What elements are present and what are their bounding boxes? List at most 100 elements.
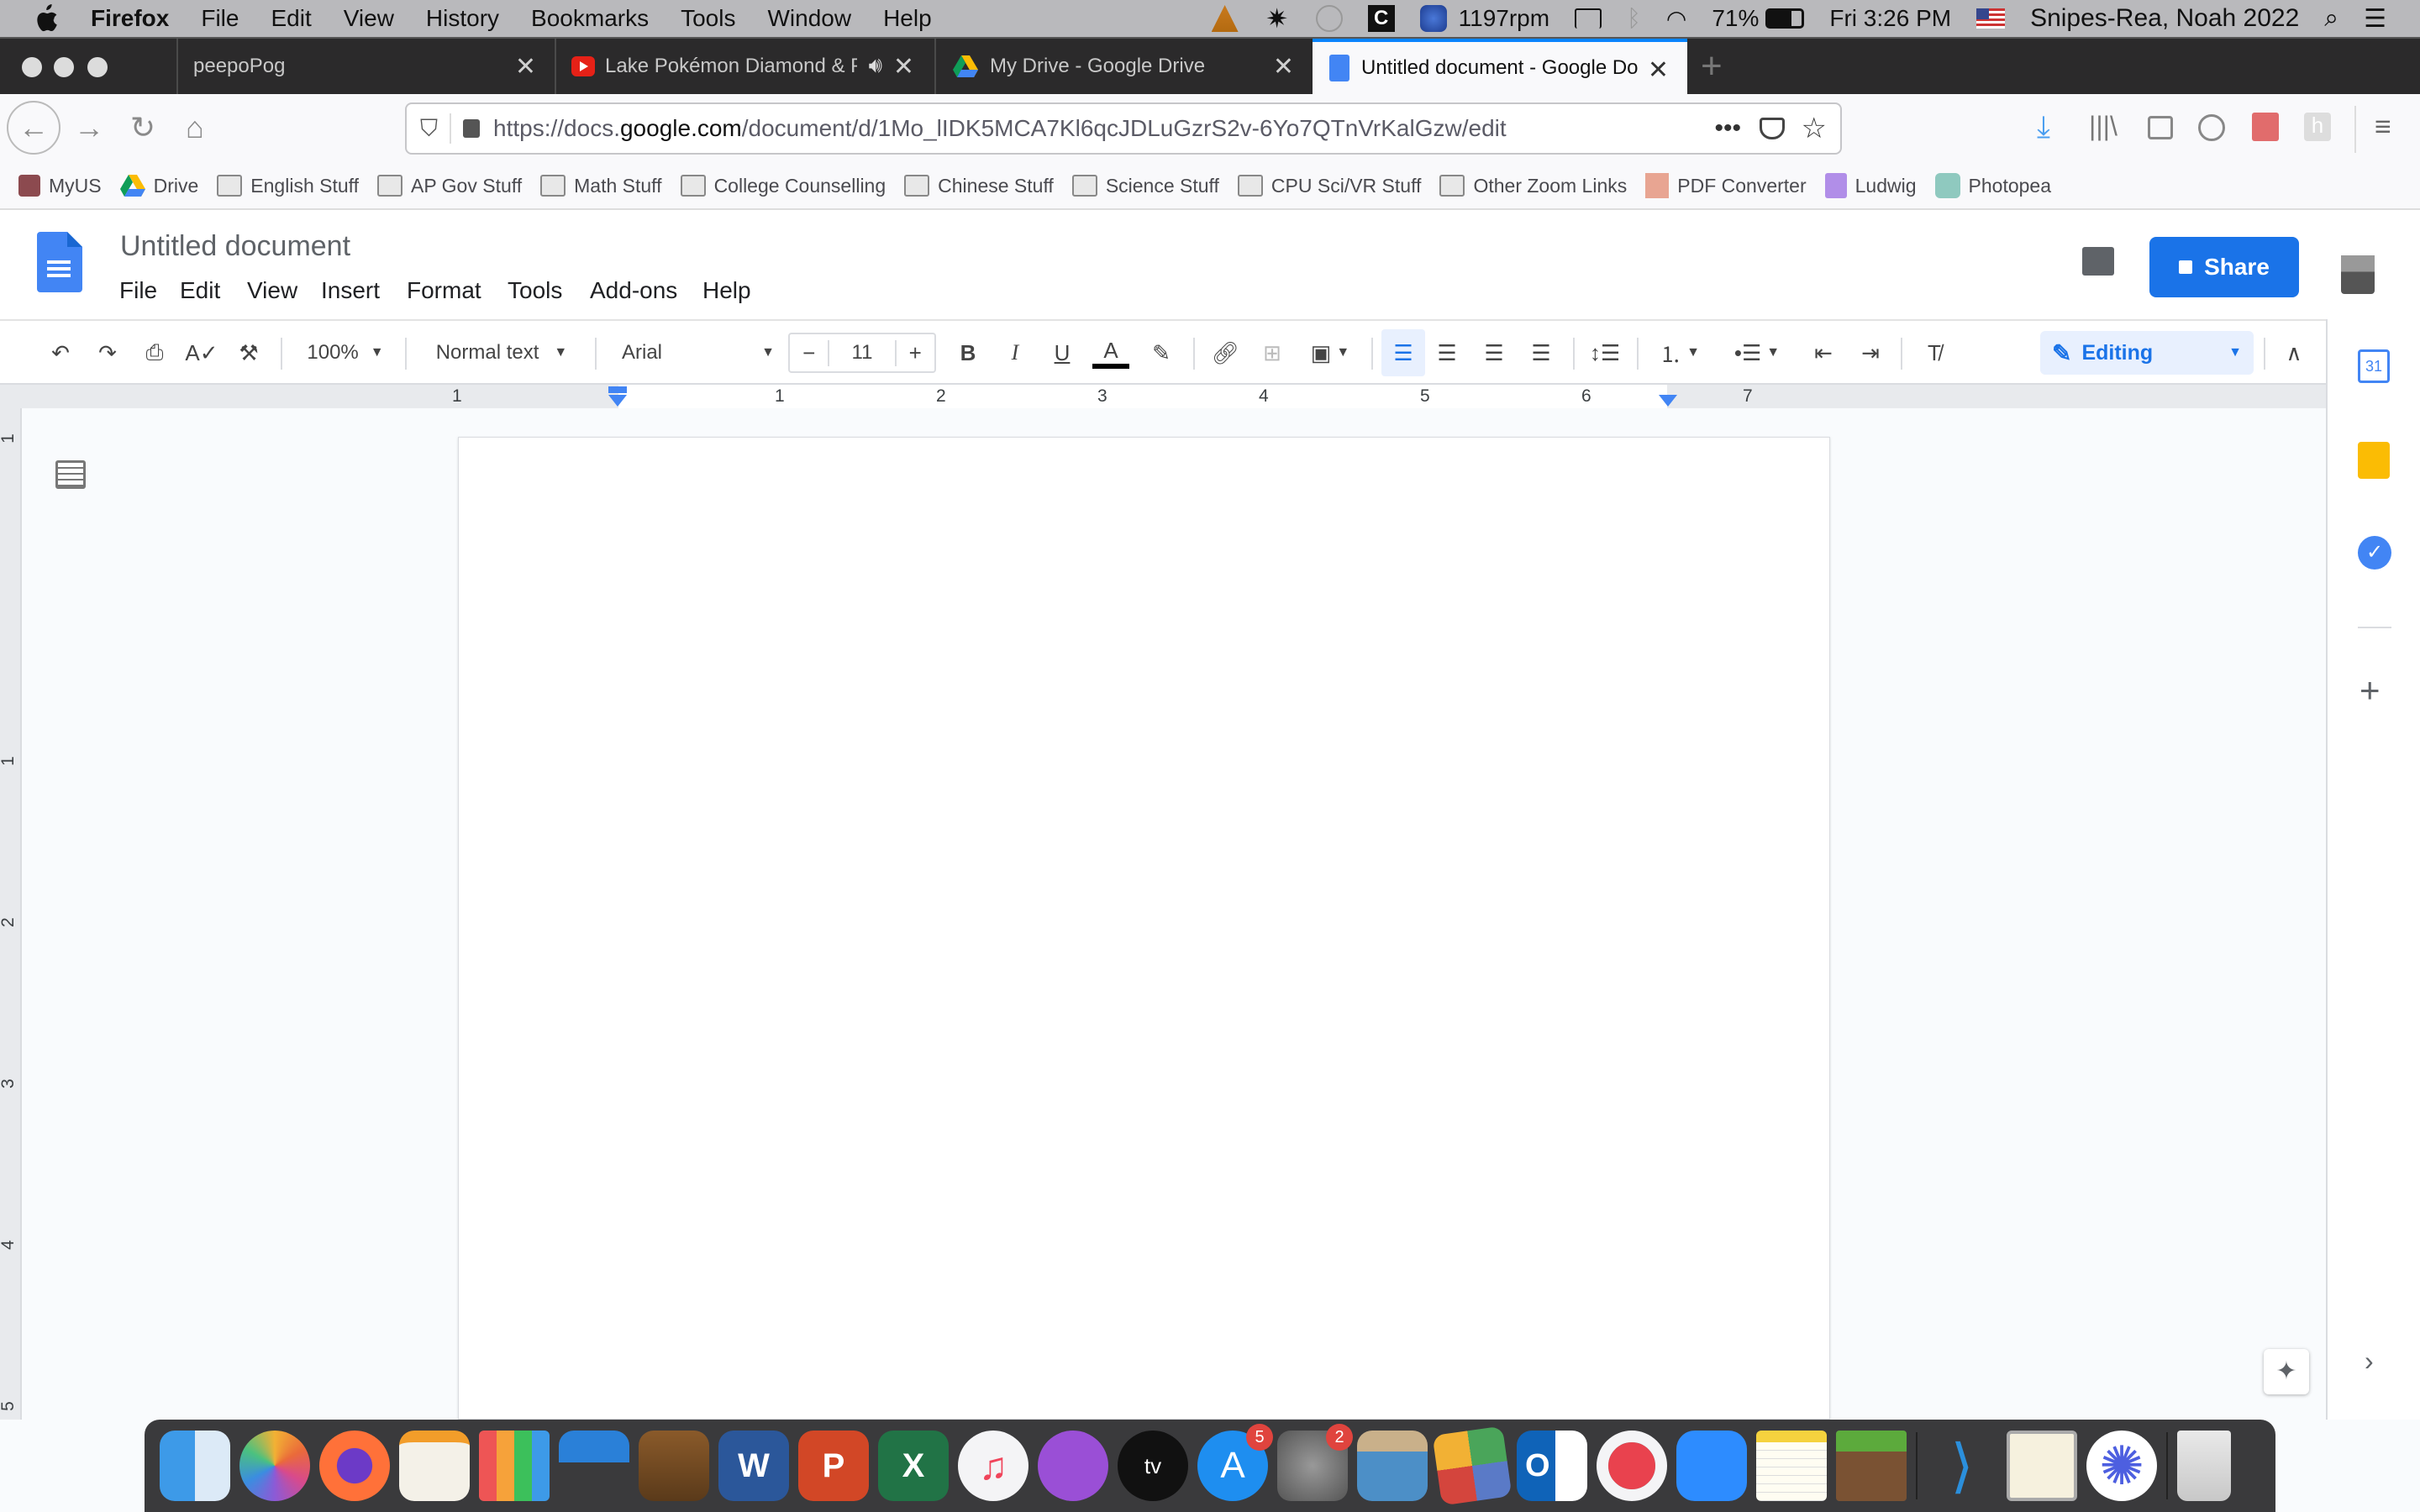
docs-menu-help[interactable]: Help bbox=[702, 277, 751, 304]
bookmark-photopea[interactable]: Photopea bbox=[1934, 173, 2051, 198]
dock-notes[interactable] bbox=[1756, 1431, 1827, 1501]
first-line-indent-handle[interactable] bbox=[608, 386, 627, 393]
bookmark-college-counselling[interactable]: College Counselling bbox=[680, 175, 886, 197]
dock-trash[interactable] bbox=[2177, 1431, 2231, 1501]
dock-asterisk-app[interactable]: ✺ bbox=[2086, 1431, 2157, 1501]
creative-cloud-icon[interactable] bbox=[1315, 5, 1343, 32]
docs-menu-insert[interactable]: Insert bbox=[321, 277, 380, 304]
bluetooth-icon[interactable]: ᛒ bbox=[1627, 5, 1641, 32]
bookmark-science-stuff[interactable]: Science Stuff bbox=[1071, 175, 1219, 197]
dock-garageband[interactable] bbox=[639, 1431, 709, 1501]
user-name[interactable]: Snipes-Rea, Noah 2022 bbox=[2030, 4, 2299, 33]
bookmark-other-zoom-links[interactable]: Other Zoom Links bbox=[1439, 175, 1627, 197]
page-actions-more-icon[interactable]: ••• bbox=[1714, 114, 1741, 143]
google-calendar-icon[interactable]: 31 bbox=[2358, 349, 2390, 383]
dock-app-store[interactable]: A5 bbox=[1197, 1424, 1273, 1501]
dock-microsoft-word[interactable]: W bbox=[718, 1431, 789, 1501]
dock-pages[interactable] bbox=[399, 1431, 470, 1501]
dock-preview[interactable] bbox=[1357, 1431, 1428, 1501]
text-color-icon[interactable]: A bbox=[1091, 333, 1131, 373]
bulleted-list-icon[interactable]: •☰ ▼ bbox=[1728, 333, 1786, 373]
fan-control-icon[interactable] bbox=[1419, 5, 1447, 32]
menu-help[interactable]: Help bbox=[883, 5, 932, 32]
tab-close-icon[interactable]: ✕ bbox=[893, 52, 914, 81]
sidebar-toggle-icon[interactable] bbox=[2148, 116, 2173, 139]
insert-link-icon[interactable]: 🔗︎ bbox=[1207, 333, 1244, 373]
bold-icon[interactable]: B bbox=[950, 333, 986, 373]
add-comment-icon[interactable]: ⊞ bbox=[1254, 333, 1291, 373]
dock-apple-tv[interactable]: tv bbox=[1118, 1431, 1188, 1501]
c-app-icon[interactable]: C bbox=[1367, 5, 1395, 32]
align-center-icon[interactable]: ☰ bbox=[1428, 333, 1465, 373]
home-button[interactable]: ⌂ bbox=[168, 101, 222, 155]
highlight-color-icon[interactable]: ✎ bbox=[1143, 333, 1180, 373]
clear-formatting-icon[interactable]: T̸ bbox=[1916, 333, 1953, 373]
menu-tools[interactable]: Tools bbox=[681, 5, 735, 32]
share-button[interactable]: Share bbox=[2149, 237, 2299, 297]
library-icon[interactable]: |||\ bbox=[2089, 111, 2118, 142]
docs-menu-view[interactable]: View bbox=[247, 277, 297, 304]
wifi-icon[interactable]: ◠ bbox=[1666, 5, 1686, 33]
dock-podcasts[interactable] bbox=[1038, 1431, 1108, 1501]
tab-youtube[interactable]: Lake Pokémon Diamond & Pearl 🔊︎ ✕ bbox=[555, 39, 933, 94]
sun-gear-icon[interactable]: ✷ bbox=[1264, 5, 1291, 32]
tab-close-icon[interactable]: ✕ bbox=[1273, 52, 1294, 81]
docs-menu-tools[interactable]: Tools bbox=[508, 277, 562, 304]
zoom-select[interactable]: 100% ▼ bbox=[299, 333, 392, 373]
bookmark-chinese-stuff[interactable]: Chinese Stuff bbox=[904, 175, 1054, 197]
undo-icon[interactable]: ↶ bbox=[42, 333, 79, 373]
insert-image-icon[interactable]: ▣ ▼ bbox=[1301, 333, 1360, 373]
align-left-icon[interactable]: ☰ bbox=[1381, 329, 1425, 376]
reload-button[interactable]: ↻ bbox=[116, 101, 170, 155]
redo-icon[interactable]: ↷ bbox=[89, 333, 126, 373]
bookmark-math-stuff[interactable]: Math Stuff bbox=[540, 175, 662, 197]
pocket-icon[interactable] bbox=[1760, 118, 1785, 139]
docs-menu-format[interactable]: Format bbox=[407, 277, 481, 304]
increase-indent-icon[interactable]: ⇥ bbox=[1852, 333, 1889, 373]
dock-console[interactable] bbox=[2007, 1431, 2077, 1501]
back-button[interactable]: ← bbox=[7, 101, 60, 155]
hamburger-menu-icon[interactable]: ≡ bbox=[2375, 111, 2391, 144]
dock-music[interactable]: ♫ bbox=[958, 1431, 1028, 1501]
menu-bookmarks[interactable]: Bookmarks bbox=[531, 5, 649, 32]
dock-microsoft-outlook[interactable]: O bbox=[1517, 1431, 1587, 1501]
paragraph-style-select[interactable]: Normal text ▼ bbox=[422, 333, 581, 373]
dock-microsoft-excel[interactable]: X bbox=[878, 1431, 949, 1501]
lock-icon[interactable] bbox=[463, 119, 481, 138]
collapse-side-panel-chevron-icon[interactable]: › bbox=[2365, 1346, 2374, 1377]
vpn-warning-icon[interactable] bbox=[1211, 5, 1239, 32]
editing-mode-select[interactable]: ✎ Editing ▼ bbox=[2040, 331, 2254, 375]
window-zoom-button[interactable] bbox=[87, 57, 108, 77]
hide-menus-chevron-up-icon[interactable]: ∧ bbox=[2275, 333, 2312, 373]
google-tasks-icon[interactable]: ✓ bbox=[2358, 536, 2391, 570]
dock-finder[interactable] bbox=[160, 1431, 230, 1501]
spellcheck-icon[interactable]: A✓ bbox=[183, 333, 220, 373]
bookmark-drive[interactable]: Drive bbox=[119, 175, 198, 197]
spotlight-search-icon[interactable]: ⌕ bbox=[2324, 4, 2338, 33]
google-keep-icon[interactable] bbox=[2358, 442, 2390, 479]
tab-close-icon[interactable]: ✕ bbox=[515, 52, 536, 81]
tab-close-icon[interactable]: ✕ bbox=[1648, 55, 1669, 85]
menu-history[interactable]: History bbox=[426, 5, 499, 32]
explore-button[interactable]: ✦ bbox=[2264, 1349, 2309, 1394]
numbered-list-icon[interactable]: ⒈ ▼ bbox=[1650, 333, 1709, 373]
dock-microsoft-powerpoint[interactable]: P bbox=[798, 1431, 869, 1501]
paint-format-icon[interactable]: ⚒ bbox=[230, 333, 267, 373]
us-flag-icon[interactable] bbox=[1976, 8, 2006, 29]
menu-window[interactable]: Window bbox=[767, 5, 851, 32]
tab-google-drive[interactable]: My Drive - Google Drive ✕ bbox=[934, 39, 1313, 94]
dock-system-preferences[interactable]: 2 bbox=[1277, 1424, 1353, 1501]
dock-zoom[interactable] bbox=[1676, 1431, 1747, 1501]
clock[interactable]: Fri 3:26 PM bbox=[1829, 5, 1951, 32]
downloads-icon[interactable]: ⤓ bbox=[2037, 109, 2050, 145]
menu-edit[interactable]: Edit bbox=[271, 5, 311, 32]
bookmark-english-stuff[interactable]: English Stuff bbox=[217, 175, 359, 197]
document-page[interactable] bbox=[458, 437, 1830, 1420]
speaker-icon[interactable]: 🔊︎ bbox=[869, 52, 882, 79]
justify-icon[interactable]: ☰ bbox=[1523, 333, 1560, 373]
control-center-icon[interactable]: ☰ bbox=[2364, 4, 2386, 34]
dock-photos[interactable] bbox=[239, 1431, 310, 1501]
italic-icon[interactable]: I bbox=[997, 333, 1034, 373]
bookmark-ap-gov-stuff[interactable]: AP Gov Stuff bbox=[377, 175, 522, 197]
docs-menu-file[interactable]: File bbox=[119, 277, 157, 304]
